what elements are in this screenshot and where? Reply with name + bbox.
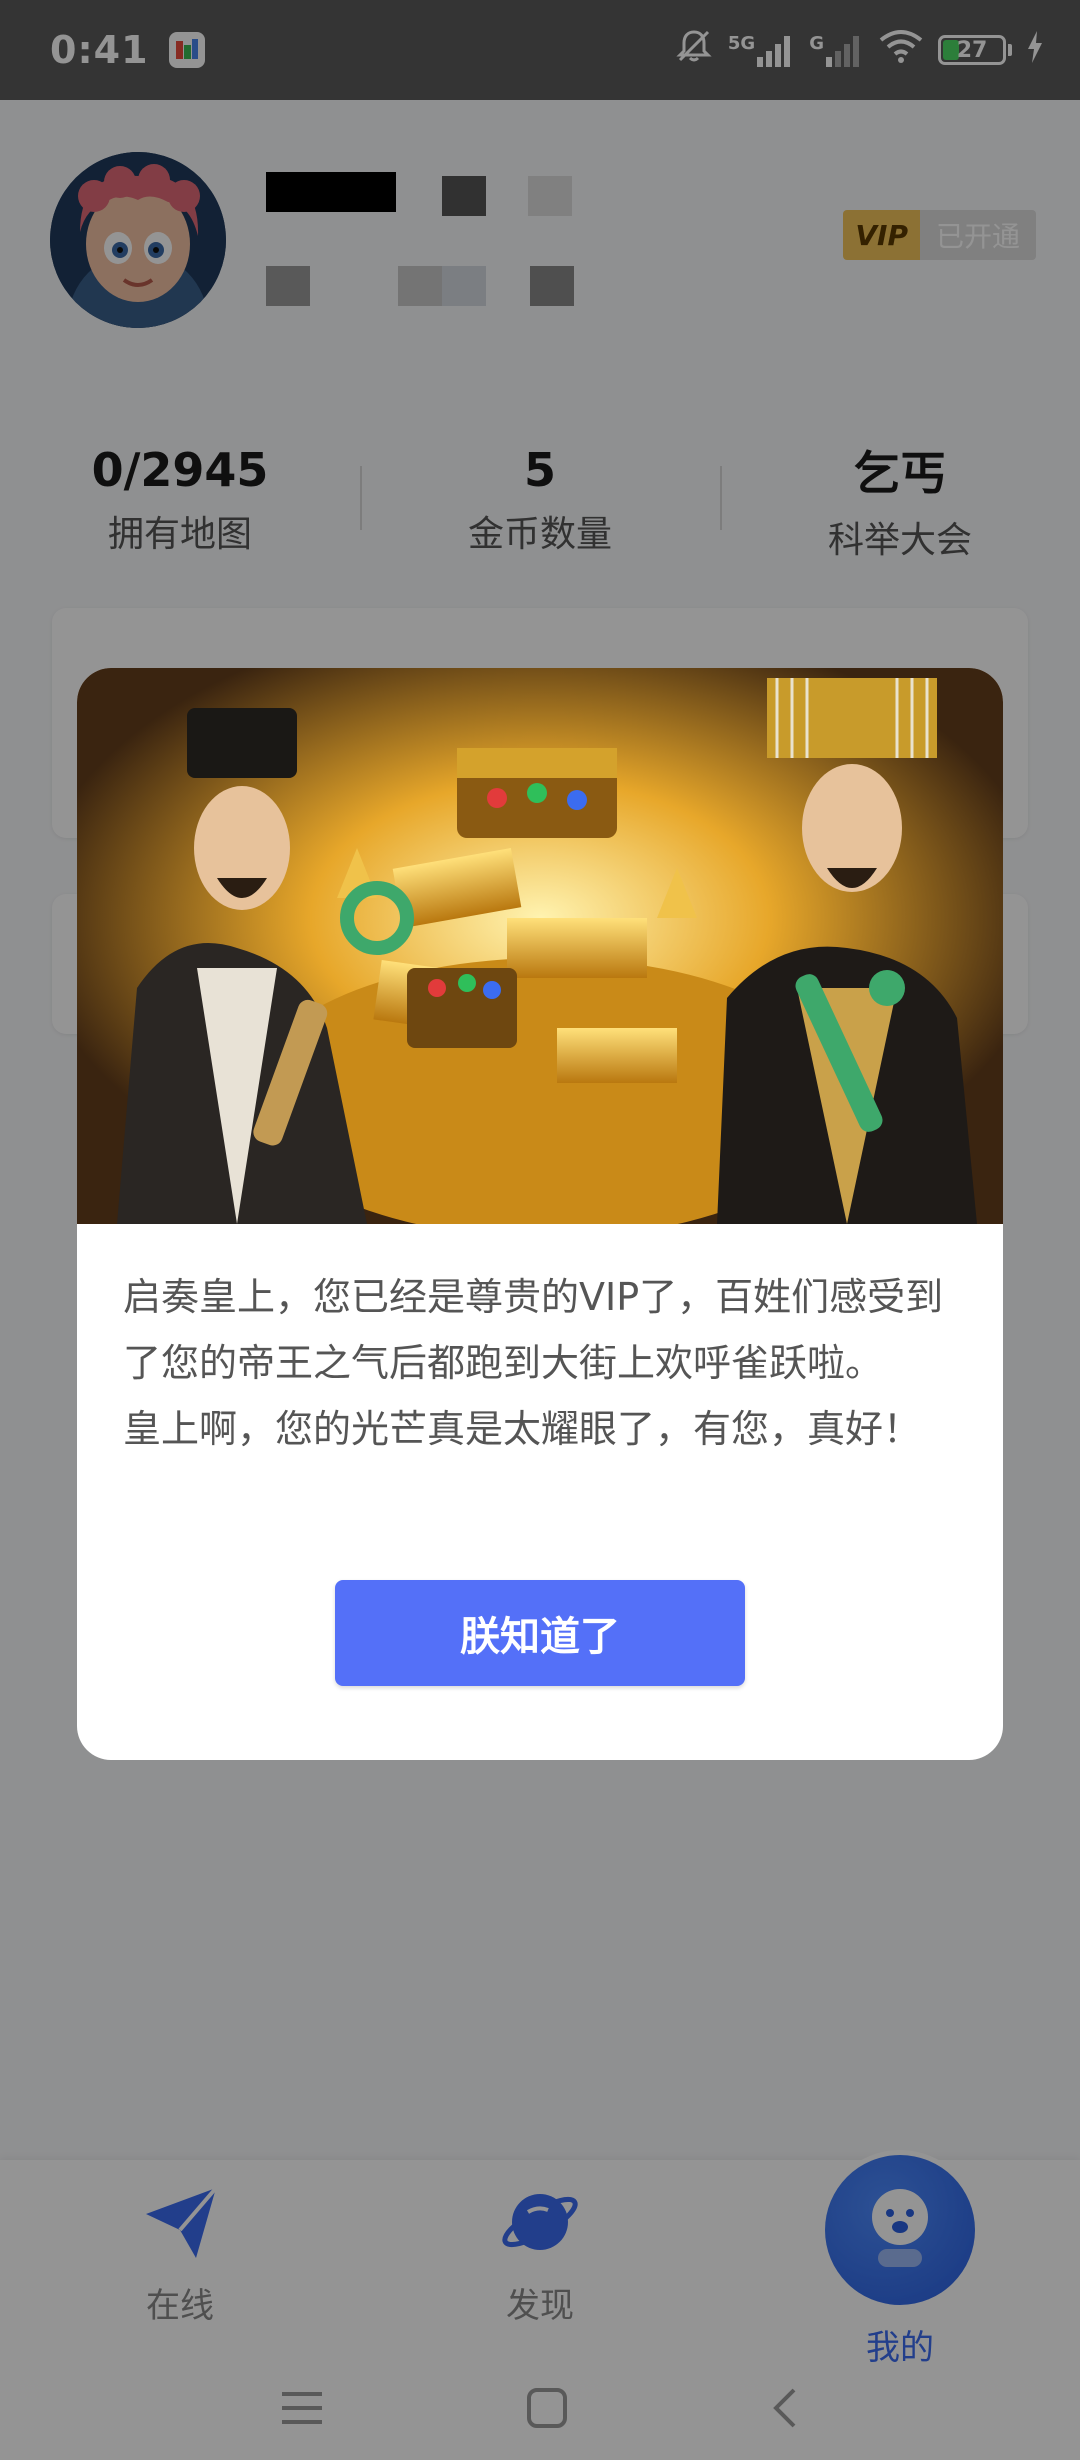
dialog-paragraph: 启奏皇上，您已经是尊贵的VIP了，百姓们感受到了您的帝王之气后都跑到大街上欢呼雀… xyxy=(123,1275,944,1385)
acknowledge-button[interactable]: 朕知道了 xyxy=(335,1580,745,1686)
vip-dialog: 启奏皇上，您已经是尊贵的VIP了，百姓们感受到了您的帝王之气后都跑到大街上欢呼雀… xyxy=(77,668,1003,1760)
dialog-paragraph: 皇上啊，您的光芒真是太耀眼了，有您，真好！ xyxy=(123,1407,922,1451)
treasure-illustration xyxy=(77,668,1003,1224)
dialog-message: 启奏皇上，您已经是尊贵的VIP了，百姓们感受到了您的帝王之气后都跑到大街上欢呼雀… xyxy=(77,1224,1003,1462)
